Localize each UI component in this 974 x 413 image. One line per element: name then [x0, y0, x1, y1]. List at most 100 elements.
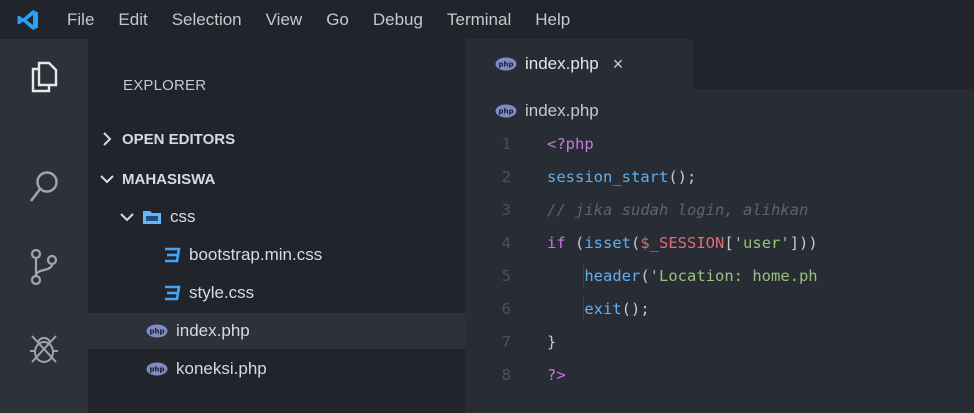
chevron-right-icon [98, 132, 116, 146]
code-token: (); [668, 167, 697, 186]
line-number: 4 [501, 233, 511, 252]
indent-guide [583, 296, 584, 321]
menu-edit[interactable]: Edit [106, 0, 159, 39]
code-line[interactable]: 7} [465, 325, 974, 358]
code-text: exit(); [547, 299, 650, 318]
editor-area: php index.php × php index.php 1 <?php 2 ses… [465, 39, 974, 413]
code-token: if [547, 233, 566, 252]
tree-item-label: bootstrap.min.css [189, 245, 323, 264]
source-control-icon[interactable] [0, 237, 88, 297]
code-line[interactable]: 6 exit(); [465, 292, 974, 325]
search-icon[interactable] [0, 157, 88, 217]
vscode-window: File Edit Selection View Go Debug Termin… [0, 0, 974, 413]
explorer-sidebar: EXPLORER OPEN EDITORS MAHASISWA css boot… [88, 39, 465, 413]
php-file-icon: php [146, 362, 168, 376]
code-token: ])) [789, 233, 818, 252]
indent-guide [583, 263, 584, 288]
code-token: (); [621, 299, 650, 318]
menu-bar: File Edit Selection View Go Debug Termin… [0, 0, 974, 39]
project-label: MAHASISWA [122, 170, 216, 188]
line-number: 3 [501, 200, 511, 219]
code-text: <?php [547, 135, 594, 153]
code-token: ?> [547, 365, 566, 384]
project-section[interactable]: MAHASISWA [98, 165, 465, 193]
code-token: header [584, 266, 641, 285]
code-line[interactable]: 1 <?php [465, 127, 974, 160]
svg-text:php: php [149, 328, 164, 336]
open-editors-section[interactable]: OPEN EDITORS [98, 125, 465, 153]
code-line[interactable]: 2 session_start(); [465, 160, 974, 193]
menu-view[interactable]: View [254, 0, 315, 39]
php-file-icon: php [495, 104, 517, 118]
open-editors-label: OPEN EDITORS [122, 130, 236, 148]
close-icon[interactable]: × [613, 54, 624, 75]
code-token: 'user' [733, 233, 790, 252]
line-number: 6 [501, 299, 511, 318]
menu-help[interactable]: Help [523, 0, 582, 39]
explorer-icon[interactable] [0, 47, 88, 107]
line-number: 7 [501, 332, 511, 351]
tree-item-index-php[interactable]: php index.php [88, 313, 465, 349]
code-token: ( [640, 266, 650, 285]
tree-item-bootstrap-css[interactable]: bootstrap.min.css [88, 237, 465, 273]
code-token: // jika sudah login, alihkan [547, 200, 809, 219]
vscode-logo-icon[interactable] [0, 0, 55, 39]
activity-bar [0, 39, 88, 413]
breadcrumb[interactable]: php index.php [495, 97, 599, 125]
menu-file[interactable]: File [55, 0, 106, 39]
code-line[interactable]: 5 header('Location: home.ph [465, 259, 974, 292]
tree-item-style-css[interactable]: style.css [88, 275, 465, 311]
code-token: <?php [547, 134, 594, 153]
svg-text:php: php [149, 366, 164, 374]
code-token: 'Location: home.ph [649, 266, 818, 285]
code-text: if (isset($_SESSION['user'])) [547, 234, 818, 252]
code-text: ?> [547, 366, 566, 384]
code-text: session_start(); [547, 168, 696, 186]
breadcrumb-label: index.php [525, 101, 599, 120]
tab-index-php[interactable]: php index.php × [465, 39, 693, 89]
menu-debug[interactable]: Debug [361, 0, 435, 39]
code-text: header('Location: home.ph [547, 266, 818, 285]
code-token: [ [724, 233, 734, 252]
menu-selection[interactable]: Selection [160, 0, 254, 39]
css-file-icon [163, 246, 181, 264]
code-line[interactable]: 4 if (isset($_SESSION['user'])) [465, 226, 974, 259]
debug-icon[interactable] [0, 319, 88, 379]
code-token: } [547, 332, 557, 351]
folder-icon [142, 209, 162, 225]
tree-item-label: koneksi.php [176, 359, 267, 378]
line-number: 1 [501, 134, 511, 153]
code-token: $_SESSION [640, 233, 725, 252]
css-file-icon [163, 284, 181, 302]
php-file-icon: php [146, 324, 168, 338]
svg-text:php: php [498, 108, 513, 116]
code-token: session_start [547, 167, 669, 186]
code-text: // jika sudah login, alihkan [547, 201, 808, 219]
tree-item-label: index.php [176, 321, 250, 340]
chevron-down-icon [98, 173, 116, 185]
code-token: ( [565, 233, 585, 252]
tab-label: index.php [525, 54, 599, 73]
code-line[interactable]: 8 ?> [465, 358, 974, 391]
tree-item-label: css [170, 207, 196, 226]
code-token: ( [631, 233, 641, 252]
code-token: isset [584, 233, 632, 252]
svg-text:php: php [498, 61, 513, 69]
sidebar-title: EXPLORER [123, 77, 207, 94]
tab-bar: php index.php × [465, 39, 974, 89]
tree-item-koneksi-php[interactable]: php koneksi.php [88, 351, 465, 387]
line-number: 2 [501, 167, 511, 186]
tree-item-css-folder[interactable]: css [88, 199, 465, 235]
menu-go[interactable]: Go [314, 0, 361, 39]
menu-terminal[interactable]: Terminal [435, 0, 523, 39]
chevron-down-icon [118, 211, 136, 223]
code-text: } [547, 333, 556, 351]
code-line[interactable]: 3 // jika sudah login, alihkan [465, 193, 974, 226]
code-editor[interactable]: 1 <?php 2 session_start(); 3// jika sudah lo… [465, 127, 974, 391]
tree-item-label: style.css [189, 283, 255, 302]
code-token: exit [584, 299, 622, 318]
line-number: 8 [501, 365, 511, 384]
line-number: 5 [501, 266, 511, 285]
